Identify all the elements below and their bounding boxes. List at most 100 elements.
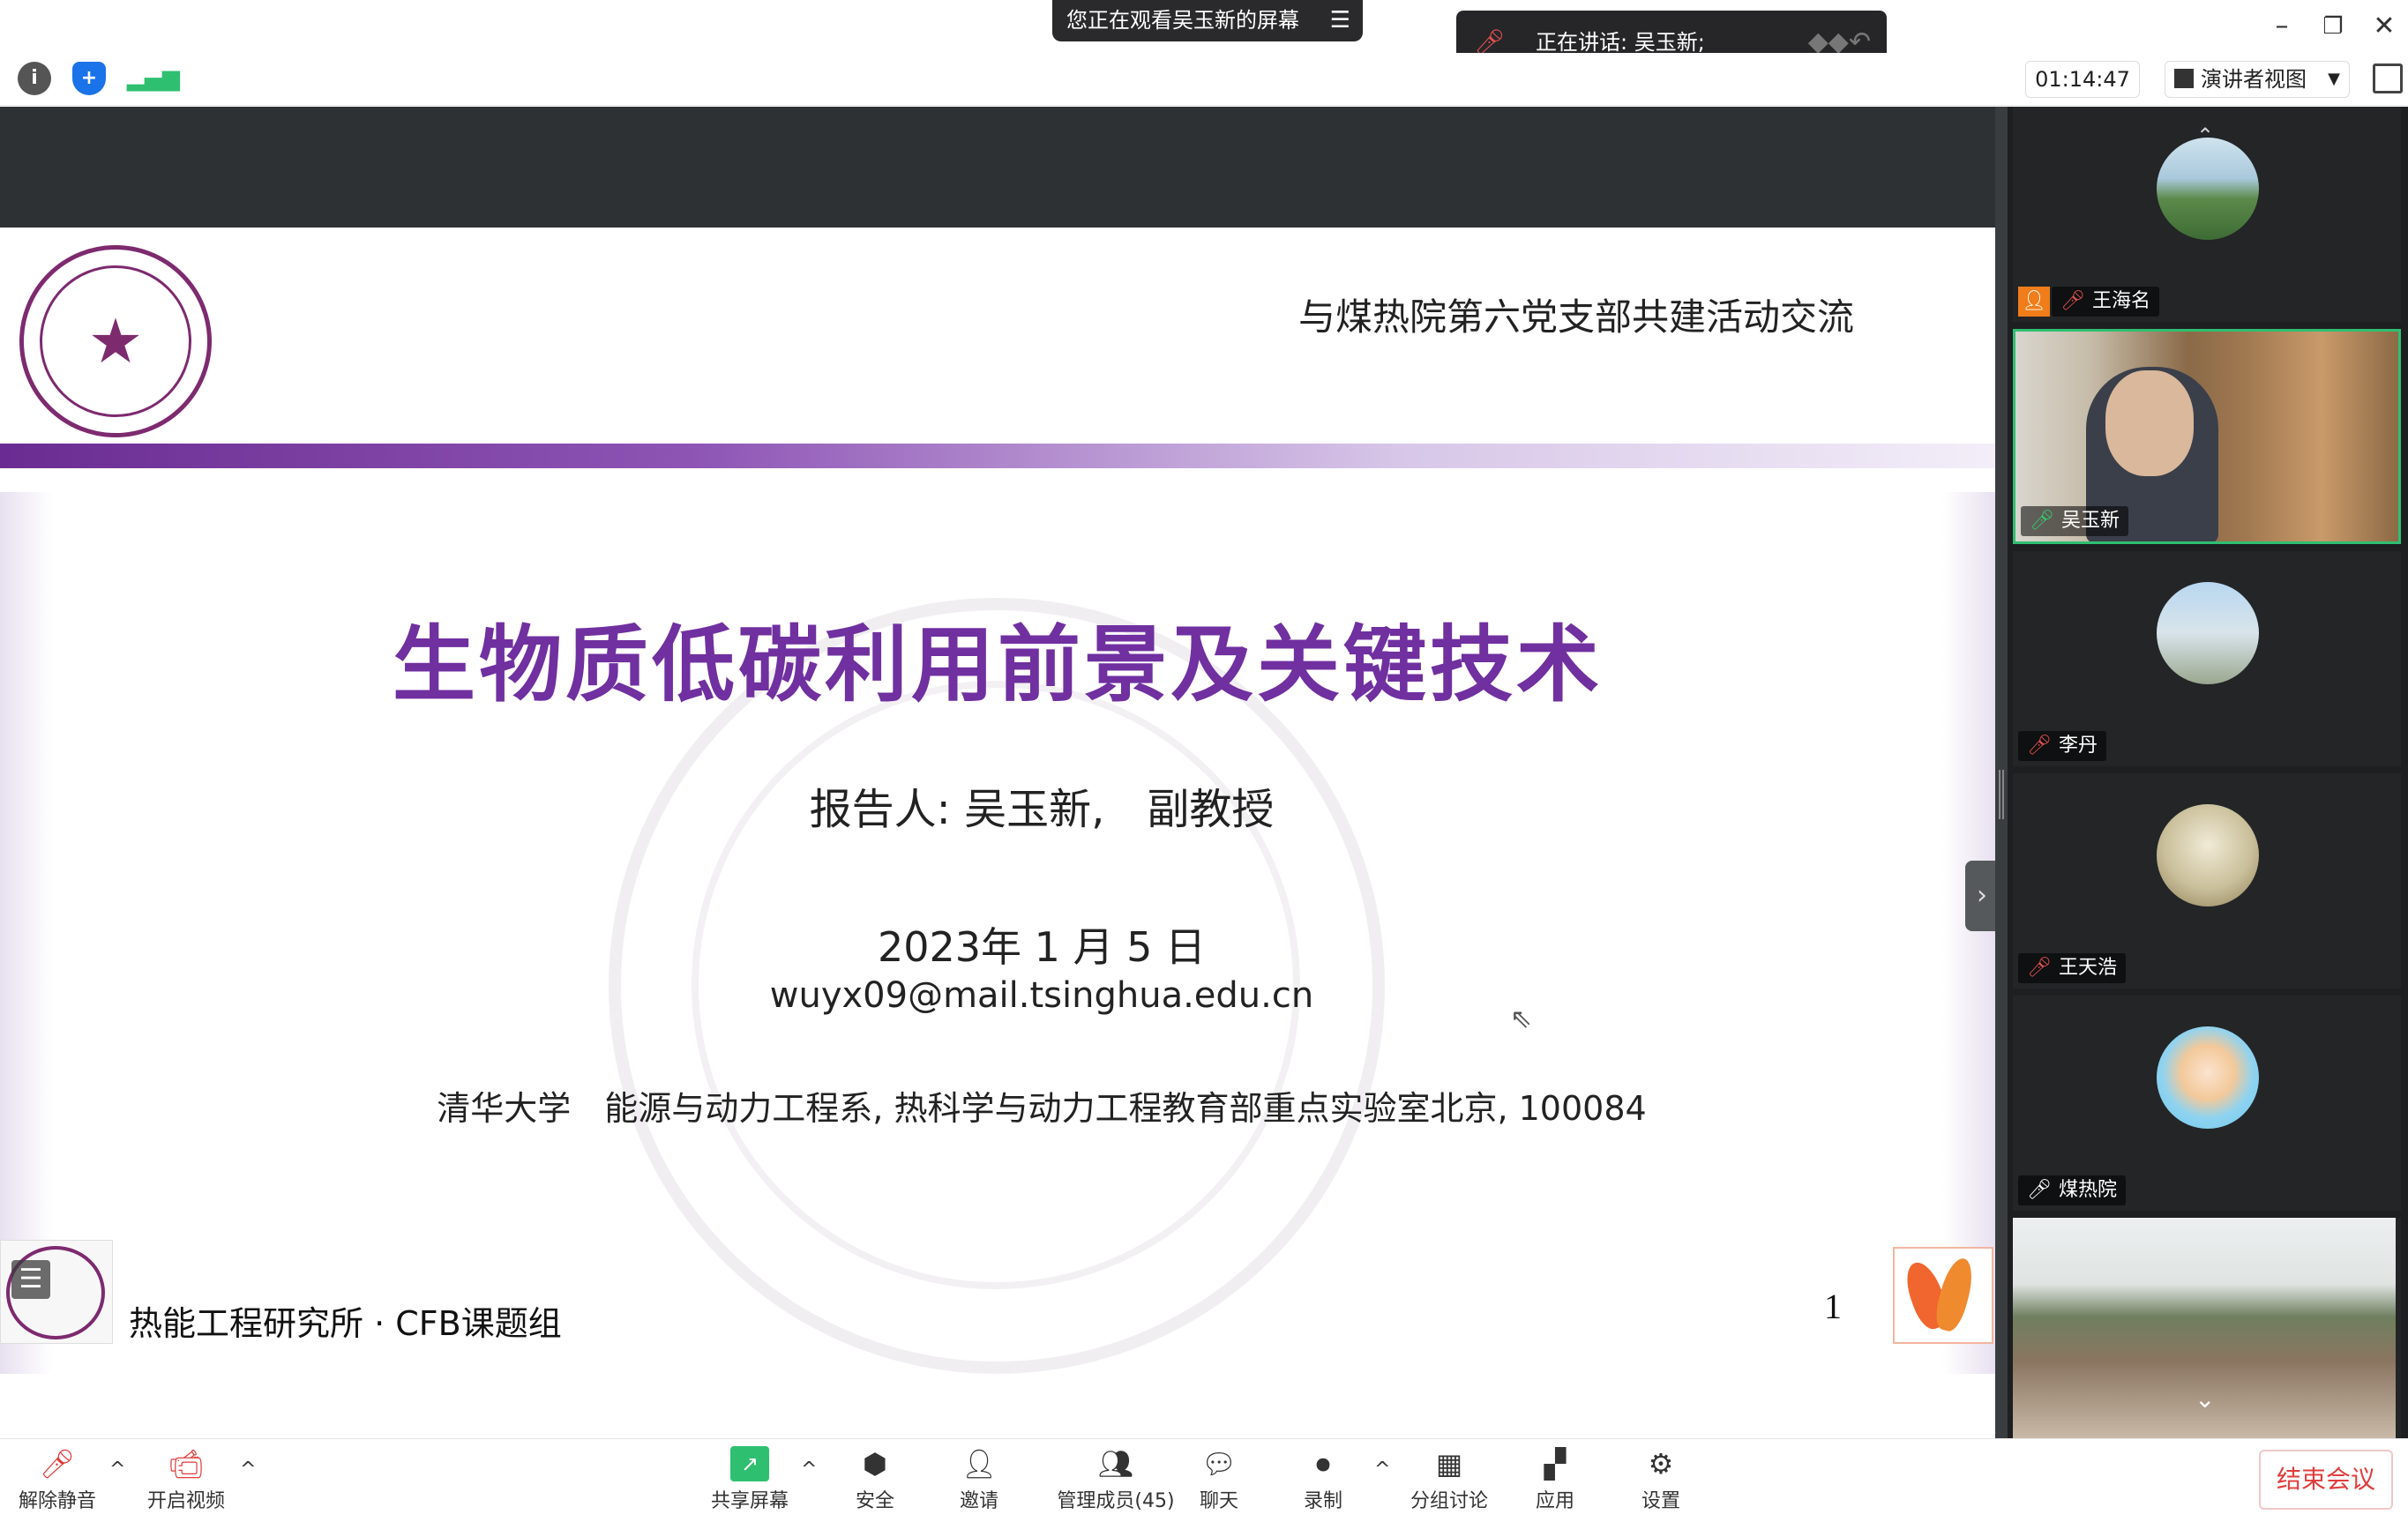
avatar <box>2157 1026 2259 1129</box>
participant-tile[interactable]: 🎤︎ 吴玉新 <box>2013 329 2401 544</box>
security-shield-icon: ⬢ <box>863 1447 887 1481</box>
chat-icon: 💬︎ <box>1200 1447 1238 1481</box>
collapse-panel-button[interactable]: › <box>1965 861 1999 931</box>
manage-members-label: 管理成员(45) <box>1057 1490 1175 1512</box>
meeting-toolbar: i + ▂▄▆ 01:14:47 演讲者视图 ▼ <box>0 53 2408 106</box>
participant-tile[interactable]: 🎤︎ 李丹 <box>2013 551 2401 766</box>
end-meeting-button[interactable]: 结束会议 <box>2259 1450 2393 1510</box>
unmute-button[interactable]: 🎤︎ 解除静音 <box>9 1446 106 1513</box>
record-options-chevron-icon[interactable]: ^ <box>1374 1459 1390 1481</box>
participant-nametag: 🎤︎ 吴玉新 <box>2021 506 2129 536</box>
chevron-down-icon: ▼ <box>2328 70 2340 88</box>
breakout-icon: ▦ <box>1435 1447 1463 1481</box>
presentation-slide: ★ 与煤热院第六党支部共建活动交流 生物质低碳利用前景及关键技术 报告人: 吴玉… <box>0 228 1995 1453</box>
view-mode-dropdown[interactable]: 演讲者视图 ▼ <box>2165 61 2350 98</box>
unmute-label: 解除静音 <box>18 1490 96 1512</box>
participant-name: 李丹 <box>2059 735 2098 757</box>
participant-nametag: 🎤︎ 王海名 <box>2052 287 2160 317</box>
host-badge-icon: 👤︎ <box>2018 287 2050 317</box>
mic-muted-icon: 🎤︎ <box>39 1447 76 1481</box>
mic-muted-icon: 🎤︎ <box>2027 957 2052 979</box>
participant-name: 王天浩 <box>2059 957 2118 979</box>
slide-affiliation: 清华大学 能源与动力工程系, 热科学与动力工程教育部重点实验室北京, 10008… <box>437 1089 1647 1128</box>
slide-header-title: 与煤热院第六党支部共建活动交流 <box>1298 295 1855 339</box>
restore-icon[interactable]: ❐ <box>2311 7 2355 46</box>
slide-email: wuyx09@mail.tsinghua.edu.cn <box>769 975 1314 1016</box>
start-video-label: 开启视频 <box>146 1490 225 1512</box>
record-label: 录制 <box>1303 1490 1342 1512</box>
mic-muted-icon: 🎤︎ <box>2027 735 2052 757</box>
slide-footer: 热能工程研究所 · CFB课题组 <box>129 1304 562 1343</box>
slide-main-title: 生物质低碳利用前景及关键技术 <box>392 617 1603 713</box>
apps-icon: ▞ <box>1544 1447 1567 1481</box>
security-button[interactable]: ⬢ 安全 <box>826 1446 924 1513</box>
apps-button[interactable]: ▞ 应用 <box>1507 1446 1604 1513</box>
slide-page-number: 1 <box>1824 1287 1842 1326</box>
participant-video-panel: 👤︎ 🎤︎ 王海名 🎤︎ 吴玉新 🎤︎ 李丹 🎤︎ 王天浩 🎤︎ 煤热院 <box>2008 107 2408 1438</box>
participant-tile[interactable]: 🎤︎ 王天浩 <box>2013 773 2401 989</box>
manage-members-button[interactable]: 👥︎ 管理成员(45) <box>1050 1446 1182 1513</box>
settings-label: 设置 <box>1641 1490 1680 1512</box>
record-button[interactable]: ⏺ 录制 <box>1275 1446 1372 1513</box>
flame-logo <box>1893 1247 1993 1344</box>
security-label: 安全 <box>855 1490 894 1512</box>
participant-nametag: 🎤︎ 李丹 <box>2018 731 2107 761</box>
video-options-chevron-icon[interactable]: ^ <box>240 1459 256 1481</box>
participant-name: 王海名 <box>2092 290 2151 312</box>
breakout-label: 分组讨论 <box>1410 1490 1488 1512</box>
slide-date: 2023年 1 月 5 日 <box>877 923 1207 971</box>
fullscreen-icon[interactable] <box>2373 63 2403 93</box>
record-icon: ⏺ <box>1315 1447 1330 1481</box>
meeting-control-bar: 🎤︎ 解除静音 ^ 📹︎ 开启视频 ^ ↗ 共享屏幕 ^ ⬢ 安全 👤︎ 邀请 … <box>0 1438 2408 1522</box>
chevron-down-icon[interactable]: ⌄ <box>2195 1384 2215 1414</box>
title-bar: 您正在观看吴玉新的屏幕 ☰ 🎤︎ 正在讲话: 吴玉新; ◆◆↶ – ❐ ✕ <box>0 0 2408 74</box>
mic-icon: 🎤︎ <box>2027 1179 2052 1201</box>
university-seal-logo: ★ <box>19 245 212 437</box>
start-video-button[interactable]: 📹︎ 开启视频 <box>138 1446 235 1513</box>
splitter-grip[interactable] <box>1999 770 2004 819</box>
shield-icon[interactable]: + <box>72 62 106 95</box>
header-gradient-bar <box>0 444 1995 468</box>
minimize-icon[interactable]: – <box>2260 7 2304 46</box>
settings-button[interactable]: ⚙ 设置 <box>1612 1446 1709 1513</box>
participant-tile[interactable]: 🎤︎ 煤热院 <box>2013 996 2401 1211</box>
layout-icon <box>2174 69 2194 88</box>
banner-menu-icon[interactable]: ☰ <box>1330 0 1350 41</box>
share-options-chevron-icon[interactable]: ^ <box>801 1459 817 1481</box>
gear-icon: ⚙ <box>1648 1447 1674 1481</box>
share-screen-icon: ↗ <box>730 1446 769 1481</box>
info-icon[interactable]: i <box>18 62 51 95</box>
participant-name: 煤热院 <box>2059 1179 2118 1201</box>
mic-muted-icon: 🎤︎ <box>2060 290 2085 312</box>
meeting-timer: 01:14:47 <box>2025 61 2140 98</box>
share-screen-button[interactable]: ↗ 共享屏幕 <box>701 1446 798 1513</box>
avatar <box>2157 582 2259 684</box>
footer-seal-logo: ☰ <box>0 1240 113 1344</box>
viewing-banner-text: 您正在观看吴玉新的屏幕 <box>1066 8 1299 33</box>
chat-label: 聊天 <box>1199 1490 1238 1512</box>
mouse-cursor-icon: ⇖ <box>1510 1003 1533 1034</box>
mic-active-icon: 🎤︎ <box>2030 510 2054 532</box>
invite-button[interactable]: 👤︎ 邀请 <box>931 1446 1028 1513</box>
close-icon[interactable]: ✕ <box>2362 7 2406 46</box>
audio-options-chevron-icon[interactable]: ^ <box>109 1459 125 1481</box>
signal-icon[interactable]: ▂▄▆ <box>127 62 180 95</box>
star-icon: ★ <box>87 305 144 377</box>
camera-off-icon: 📹︎ <box>168 1447 205 1481</box>
chevron-up-icon[interactable]: ⌃ <box>2196 123 2214 148</box>
invite-label: 邀请 <box>959 1490 998 1512</box>
panel-splitter[interactable] <box>1995 107 2008 1438</box>
breakout-rooms-button[interactable]: ▦ 分组讨论 <box>1401 1446 1498 1513</box>
invite-user-icon: 👤︎ <box>961 1447 998 1481</box>
share-screen-label: 共享屏幕 <box>710 1490 789 1512</box>
slide-reporter: 报告人: 吴玉新, 副教授 <box>809 785 1275 834</box>
avatar <box>2157 138 2259 240</box>
viewing-screen-banner[interactable]: 您正在观看吴玉新的屏幕 ☰ <box>1052 0 1363 41</box>
participant-name: 吴玉新 <box>2061 510 2120 532</box>
view-mode-label: 演讲者视图 <box>2201 67 2307 92</box>
participant-nametag: 🎤︎ 煤热院 <box>2018 1175 2127 1205</box>
avatar <box>2157 804 2259 906</box>
chat-button[interactable]: 💬︎ 聊天 <box>1170 1446 1268 1513</box>
person-face <box>2105 370 2194 476</box>
slide-menu-icon[interactable]: ☰ <box>11 1260 50 1299</box>
